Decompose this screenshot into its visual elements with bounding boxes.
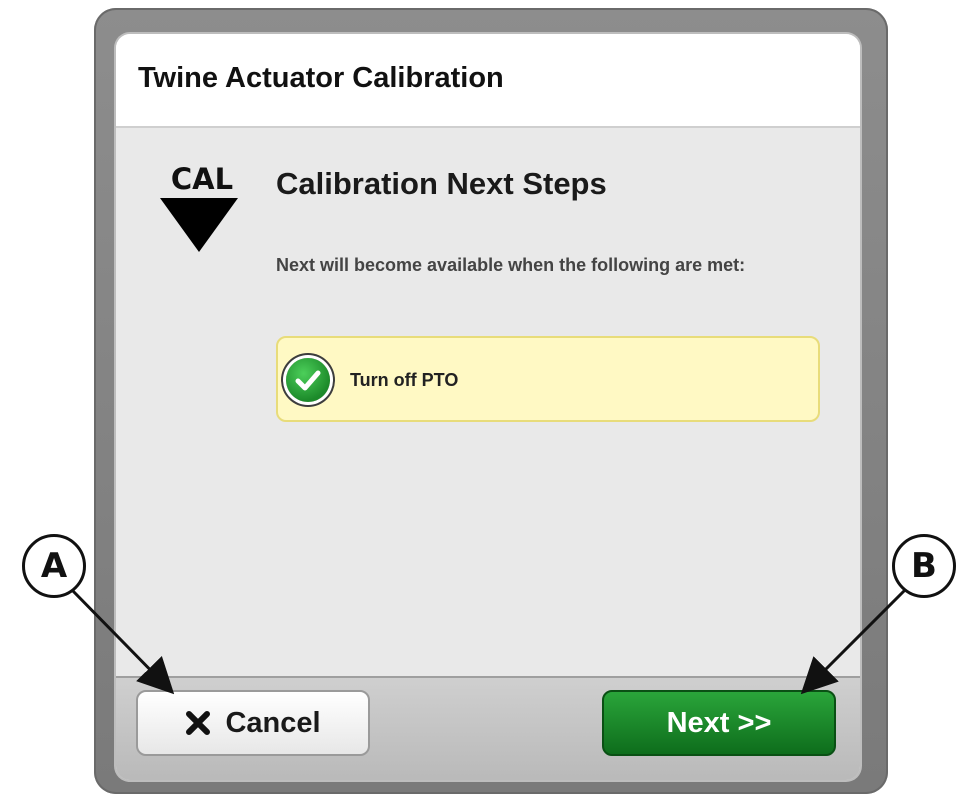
callout-a: A <box>22 534 86 598</box>
callout-a-arrow <box>70 588 175 695</box>
callout-b-arrow <box>800 588 907 695</box>
callout-b: B <box>892 534 956 598</box>
callout-arrows <box>70 588 907 695</box>
